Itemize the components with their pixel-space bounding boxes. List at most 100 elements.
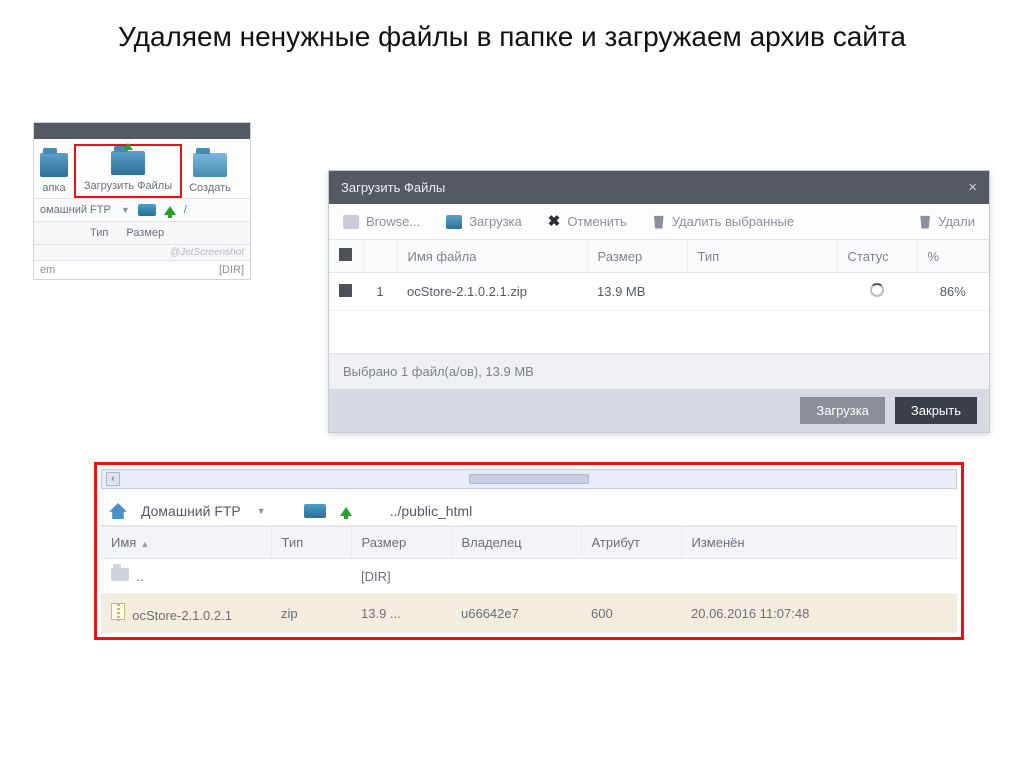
col-type[interactable]: Тип [271, 527, 351, 559]
upload-folder-icon [111, 151, 145, 175]
dialog-statusbar: Выбрано 1 файл(а/ов), 13.9 MB [329, 353, 989, 389]
cell-owner [451, 559, 581, 594]
table-header-row: Имя ▲ Тип Размер Владелец Атрибут Изменён [101, 527, 957, 559]
file-toolbar: апка Загрузить Файлы Создать [34, 139, 250, 199]
cell-size: 13.9 ... [351, 594, 451, 633]
col-size[interactable]: Размер [587, 240, 687, 273]
col-owner[interactable]: Владелец [451, 527, 581, 559]
disk-icon[interactable] [138, 204, 156, 216]
spinner-icon [870, 283, 884, 297]
breadcrumb-path[interactable]: ../public_html [390, 503, 472, 519]
upload-action[interactable]: Загрузка [446, 214, 522, 229]
browse-button[interactable]: Browse... [343, 214, 420, 229]
close-button[interactable]: Закрыть [895, 397, 977, 424]
toolbar-item-create[interactable]: Создать [182, 148, 238, 198]
delete-action[interactable]: Удали [919, 214, 975, 229]
col-modified[interactable]: Изменён [681, 527, 957, 559]
chevron-down-icon[interactable]: ▼ [121, 205, 130, 215]
up-arrow-icon[interactable] [340, 507, 352, 516]
col-name-label: Имя [111, 535, 136, 550]
table-row[interactable]: ocStore-2.1.0.2.1 zip 13.9 ... u66642e7 … [101, 594, 957, 633]
delete-selected-action[interactable]: Удалить выбранные [653, 214, 794, 229]
table-header-row: Имя файла Размер Тип Статус % [329, 240, 989, 273]
table-row[interactable]: .. [DIR] [101, 559, 957, 594]
browse-label: Browse... [366, 214, 420, 229]
left-toolbar-screenshot: апка Загрузить Файлы Создать омашний FTP… [33, 122, 251, 280]
cell-num: 1 [363, 273, 397, 311]
chevron-down-icon[interactable]: ▼ [257, 506, 266, 516]
upload-button[interactable]: Загрузка [800, 397, 885, 424]
toolbar-item-upload[interactable]: Загрузить Файлы [74, 144, 182, 198]
file-manager-panel: ‹ Домашний FTP ▼ ../public_html Имя ▲ Тип… [94, 462, 964, 640]
col-size[interactable]: Размер [126, 227, 164, 239]
cell-name: .. [136, 569, 143, 584]
toolbar-label: Загрузить Файлы [84, 180, 172, 192]
cell-type: zip [271, 594, 351, 633]
cancel-label: Отменить [567, 214, 626, 229]
checkbox-all[interactable] [339, 248, 352, 261]
home-icon[interactable] [109, 503, 127, 519]
col-attr[interactable]: Атрибут [581, 527, 681, 559]
delete-label: Удали [938, 214, 975, 229]
col-type[interactable]: Тип [687, 240, 837, 273]
scroll-thumb[interactable] [469, 474, 589, 484]
breadcrumb-label[interactable]: Домашний FTP [141, 503, 241, 519]
cell-filename: ocStore-2.1.0.2.1.zip [397, 273, 587, 311]
column-headers: Тип Размер [34, 222, 250, 245]
col-name[interactable]: Имя ▲ [101, 527, 271, 559]
row-size: [DIR] [219, 264, 244, 276]
cell-type [687, 273, 837, 311]
upload-label: Загрузка [469, 214, 522, 229]
file-table: Имя ▲ Тип Размер Владелец Атрибут Изменён… [101, 526, 957, 633]
dialog-footer: Загрузка Закрыть [329, 389, 989, 432]
zip-file-icon [111, 603, 125, 620]
cell-attr [581, 559, 681, 594]
col-status[interactable]: Статус [837, 240, 917, 273]
cell-size: 13.9 MB [587, 273, 687, 311]
cell-modified: 20.06.2016 11:07:48 [681, 594, 957, 633]
delete-selected-label: Удалить выбранные [672, 214, 794, 229]
watermark-text: @JetScreenshot [34, 245, 250, 261]
create-folder-icon [193, 153, 227, 177]
partial-row: em [DIR] [34, 261, 250, 279]
upload-dialog: Загрузить Файлы × Browse... Загрузка ✖ О… [328, 170, 990, 433]
horizontal-scrollbar[interactable]: ‹ [101, 469, 957, 489]
up-arrow-icon[interactable] [164, 206, 176, 215]
dialog-title: Загрузить Файлы [341, 180, 445, 195]
toolbar-label: Создать [189, 182, 231, 194]
folder-icon [40, 153, 68, 177]
checkbox[interactable] [339, 284, 352, 297]
slide-title: Удаляем ненужные файлы в папке и загружа… [0, 0, 1024, 56]
toolbar-label: апка [42, 182, 65, 194]
col-size[interactable]: Размер [351, 527, 451, 559]
disk-icon[interactable] [304, 504, 326, 518]
col-type[interactable]: Тип [90, 227, 108, 239]
breadcrumb-label[interactable]: омашний FTP [40, 204, 111, 216]
dialog-titlebar[interactable]: Загрузить Файлы × [329, 171, 989, 204]
window-titlebar [34, 123, 250, 139]
disk-icon [446, 215, 462, 229]
folder-open-icon [343, 215, 359, 229]
cancel-action[interactable]: ✖ Отменить [548, 214, 627, 229]
close-icon[interactable]: × [968, 179, 977, 196]
col-num [363, 240, 397, 273]
scroll-left-icon[interactable]: ‹ [106, 472, 120, 486]
cell-name: ocStore-2.1.0.2.1 [132, 608, 232, 623]
table-row[interactable]: 1 ocStore-2.1.0.2.1.zip 13.9 MB 86% [329, 273, 989, 311]
cell-percent: 86% [917, 273, 989, 311]
folder-icon [111, 568, 129, 581]
cell-attr: 600 [581, 594, 681, 633]
row-name: em [40, 264, 55, 276]
cell-size: [DIR] [351, 559, 451, 594]
empty-area [329, 311, 989, 353]
cancel-icon: ✖ [548, 215, 561, 229]
cell-owner: u66642e7 [451, 594, 581, 633]
toolbar-item-folder[interactable]: апка [34, 148, 74, 198]
upload-table: Имя файла Размер Тип Статус % 1 ocStore-… [329, 240, 989, 311]
path-slash: / [184, 204, 187, 216]
sort-asc-icon: ▲ [140, 539, 149, 549]
trash-icon [919, 215, 931, 229]
col-filename[interactable]: Имя файла [397, 240, 587, 273]
trash-icon [653, 215, 665, 229]
col-percent[interactable]: % [917, 240, 989, 273]
